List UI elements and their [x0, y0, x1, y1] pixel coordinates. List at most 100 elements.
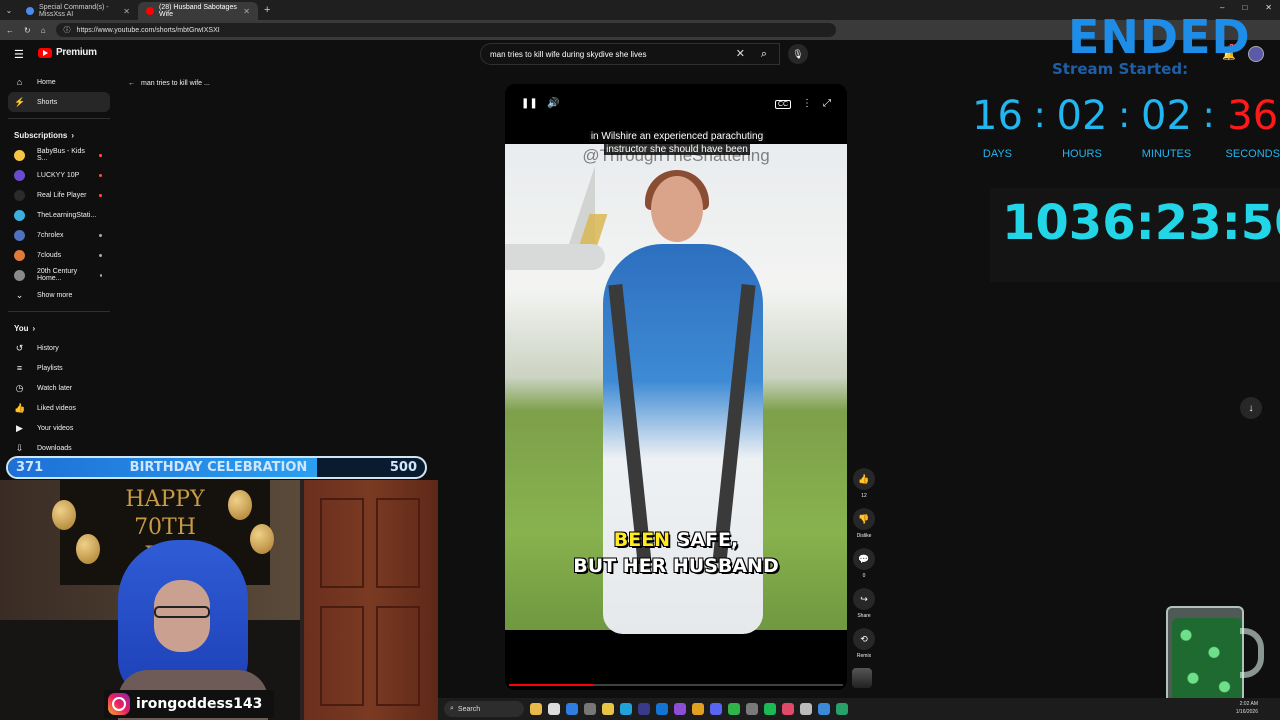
- obs-icon[interactable]: [674, 703, 686, 715]
- back-label: man tries to kill wife ...: [141, 80, 210, 87]
- sidebar-subscription-item[interactable]: TheLearningStati...: [0, 205, 110, 225]
- taskbar-clock[interactable]: 2:02 AM 1/16/2026: [1236, 700, 1258, 716]
- remix-button[interactable]: ⟲ Remix: [852, 628, 876, 659]
- close-window-button[interactable]: ✕: [1265, 3, 1272, 12]
- next-video-arrow-icon[interactable]: ↓: [1240, 397, 1262, 419]
- door-panel: [320, 498, 364, 588]
- video-progress-bar[interactable]: [509, 684, 843, 686]
- close-tab-icon[interactable]: ✕: [243, 7, 250, 16]
- arrow-left-icon: ←: [128, 80, 135, 87]
- sidebar-subscription-item[interactable]: 20th Century Home...: [0, 265, 110, 285]
- sidebar-subscription-item[interactable]: 7chrolex: [0, 225, 110, 245]
- search-app-icon[interactable]: [566, 703, 578, 715]
- playlists-icon: ≡: [16, 363, 23, 373]
- refresh-icon[interactable]: ↻: [24, 26, 31, 35]
- clock-time: 2:02 AM: [1239, 701, 1258, 707]
- search-icon: ⌕: [450, 705, 454, 712]
- browser-tab-1[interactable]: (28) Husband Sabotages Wife ✕: [138, 2, 258, 20]
- channel-name: 7chrolex: [37, 231, 64, 239]
- subscriptions-heading[interactable]: Subscriptions ›: [0, 125, 118, 145]
- captions-icon[interactable]: CC: [775, 100, 792, 109]
- chevron-right-icon: ›: [32, 323, 36, 333]
- pause-icon[interactable]: ❚❚: [521, 98, 538, 109]
- spotify-icon[interactable]: [764, 703, 776, 715]
- close-tab-icon[interactable]: ✕: [123, 7, 130, 16]
- browser-tab-0[interactable]: Special Command(s) - MissXss AI ✕: [18, 2, 138, 20]
- discord-icon[interactable]: [710, 703, 722, 715]
- sidebar-subscription-item[interactable]: 7clouds: [0, 245, 110, 265]
- countdown-hours: 02 HOURS: [1057, 90, 1108, 160]
- channel-name: LUCKYY 10P: [37, 171, 80, 179]
- tab-favicon-icon: [26, 7, 34, 15]
- sidebar-subscription-item[interactable]: BabyBus - Kids S...: [0, 145, 110, 165]
- clear-search-icon[interactable]: ✕: [736, 47, 745, 60]
- chrome-icon[interactable]: [692, 703, 704, 715]
- goal-title: BIRTHDAY CELEBRATION: [129, 460, 308, 475]
- show-more-button[interactable]: ⌄ Show more: [0, 285, 110, 305]
- tab-label: Special Command(s) - MissXss AI: [39, 4, 109, 18]
- app-icon[interactable]: [782, 703, 794, 715]
- youtube-favicon-icon: [146, 7, 154, 15]
- edge-icon[interactable]: [620, 703, 632, 715]
- widgets-icon[interactable]: [530, 703, 542, 715]
- more-options-icon[interactable]: ⋮: [802, 98, 812, 109]
- task-view-icon[interactable]: [584, 703, 596, 715]
- you-heading[interactable]: You ›: [0, 318, 118, 338]
- site-info-icon[interactable]: ⓘ: [64, 25, 71, 35]
- like-button[interactable]: 👍 12: [852, 468, 876, 499]
- divider: [8, 118, 110, 119]
- volume-icon[interactable]: 🔊: [547, 98, 559, 109]
- webcam-feed: HAPPY 70TH BIR: [0, 480, 438, 720]
- back-icon[interactable]: ←: [6, 26, 14, 35]
- sidebar-item-playlists[interactable]: ≡ Playlists: [0, 358, 110, 378]
- sidebar-subscription-item[interactable]: Real Life Player: [0, 185, 110, 205]
- you-list: ↺ History ≡ Playlists ◷ Watch later 👍 Liked vid…: [0, 338, 118, 458]
- app-icon[interactable]: [746, 703, 758, 715]
- sidebar-item-watch-later[interactable]: ◷ Watch later: [0, 378, 110, 398]
- sidebar-item-your-videos[interactable]: ▶ Your videos: [0, 418, 110, 438]
- shorts-video-player[interactable]: @ThroughTheShattering in Wilshire an exp…: [505, 84, 847, 690]
- countdown-seconds: 36 SECONDS: [1226, 90, 1280, 160]
- xbox-icon[interactable]: [728, 703, 740, 715]
- sidebar-subscription-item[interactable]: LUCKYY 10P: [0, 165, 110, 185]
- youtube-logo[interactable]: Premium: [38, 47, 97, 58]
- dislike-button[interactable]: 👎 Dislike: [852, 508, 876, 539]
- outlook-icon[interactable]: [656, 703, 668, 715]
- channel-name: 7clouds: [37, 251, 62, 259]
- taskbar-search[interactable]: ⌕ Search: [444, 701, 524, 717]
- sidebar-item-liked-videos[interactable]: 👍 Liked videos: [0, 398, 110, 418]
- settings-icon[interactable]: [800, 703, 812, 715]
- sidebar-item-shorts[interactable]: ⚡ Shorts: [8, 92, 110, 112]
- search-input[interactable]: man tries to kill wife during skydive sh…: [480, 43, 780, 65]
- sound-thumbnail[interactable]: [852, 668, 872, 688]
- start-icon[interactable]: [548, 703, 560, 715]
- comments-button[interactable]: 💬 0: [852, 548, 876, 579]
- caption-line-2: instructor she should have been: [604, 144, 750, 155]
- share-button[interactable]: ↪ Share: [852, 588, 876, 619]
- file-explorer-icon[interactable]: [602, 703, 614, 715]
- days-label: DAYS: [982, 148, 1013, 160]
- sidebar-item-home[interactable]: ⌂ Home: [0, 72, 110, 92]
- screen: ⌄ Special Command(s) - MissXss AI ✕ (28)…: [0, 0, 1280, 720]
- subtitle-line-2: BUT HER HUSBAND: [573, 555, 779, 577]
- tab-menu-icon[interactable]: ⌄: [0, 6, 18, 15]
- airplane-body: [505, 244, 605, 270]
- sidebar-item-history[interactable]: ↺ History: [0, 338, 110, 358]
- address-bar[interactable]: ⓘ https://www.youtube.com/shorts/mbtGrwI…: [55, 23, 836, 37]
- search-query: man tries to kill wife during skydive sh…: [490, 49, 647, 59]
- sidebar-item-downloads[interactable]: ⇩ Downloads: [0, 438, 110, 458]
- store-icon[interactable]: [638, 703, 650, 715]
- new-content-dot-icon: [99, 273, 102, 277]
- home-browser-icon[interactable]: ⌂: [41, 26, 46, 35]
- caption-line-1: in Wilshire an experienced parachuting: [588, 131, 766, 142]
- back-to-search[interactable]: ← man tries to kill wife ...: [128, 80, 210, 87]
- menu-icon[interactable]: ☰: [14, 48, 24, 61]
- search-button[interactable]: ⌕: [749, 44, 779, 64]
- home-icon: ⌂: [16, 77, 23, 87]
- app-icon[interactable]: [836, 703, 848, 715]
- app-icon[interactable]: [818, 703, 830, 715]
- windows-taskbar: ⌕ Search 2:02 AM 1/16/2026: [438, 698, 1280, 720]
- fullscreen-icon[interactable]: ⤢: [823, 98, 831, 109]
- new-tab-button[interactable]: +: [264, 4, 270, 16]
- voice-search-icon[interactable]: 🎙: [788, 44, 808, 64]
